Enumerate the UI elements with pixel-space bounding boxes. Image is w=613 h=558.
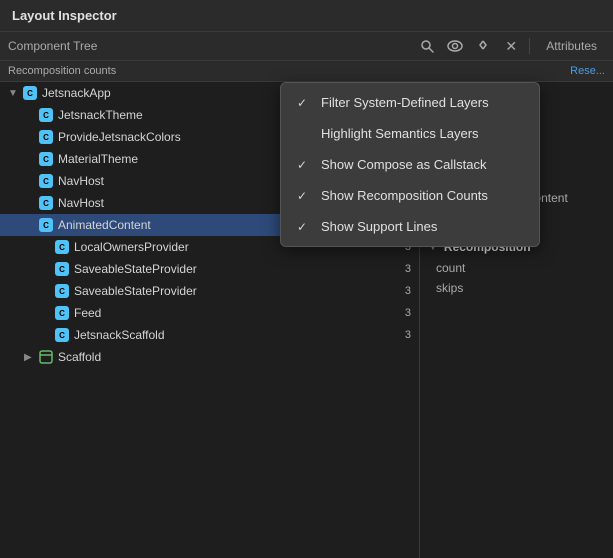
component-icon: C <box>38 195 54 211</box>
tree-item-label: SaveableStateProvider <box>74 284 397 298</box>
search-icon[interactable] <box>417 36 437 56</box>
tree-item-label: JetsnackScaffold <box>74 328 397 342</box>
tree-item[interactable]: ▶ Scaffold <box>0 346 419 368</box>
tree-arrow-icon: ▶ <box>24 352 38 363</box>
recomposition-label: Recomposition counts <box>8 65 116 77</box>
title-bar: Layout Inspector <box>0 0 613 32</box>
tree-item-label: Scaffold <box>58 350 411 364</box>
tree-item[interactable]: C SaveableStateProvider 3 <box>0 258 419 280</box>
component-icon: C <box>38 129 54 145</box>
tree-arrow-icon: ▼ <box>8 88 22 99</box>
attr-skips: skips <box>420 278 613 298</box>
checkmark-icon: ✓ <box>297 189 313 203</box>
component-icon: C <box>38 107 54 123</box>
checkmark-icon: ✓ <box>297 158 313 172</box>
recomposition-count: 3 <box>405 285 411 297</box>
checkmark-icon: ✓ <box>297 96 313 110</box>
component-icon: C <box>54 305 70 321</box>
dropdown-item-label: Show Support Lines <box>321 219 437 234</box>
component-icon: C <box>22 85 38 101</box>
component-icon: C <box>54 239 70 255</box>
main-content: ▼CJetsnackAppCJetsnackThemeCProvideJetsn… <box>0 82 613 558</box>
tree-item[interactable]: C SaveableStateProvider 3 <box>0 280 419 302</box>
component-icon: C <box>38 151 54 167</box>
reset-link[interactable]: Rese... <box>570 65 605 77</box>
recomposition-count: 3 <box>405 263 411 275</box>
toolbar: Component Tree ✕ Attributes <box>0 32 613 61</box>
component-icon: C <box>38 173 54 189</box>
component-tree-label: Component Tree <box>8 39 413 53</box>
sort-icon[interactable] <box>473 36 493 56</box>
tree-item-label: SaveableStateProvider <box>74 262 397 276</box>
dropdown-item[interactable]: ✓ Show Compose as Callstack <box>281 149 539 180</box>
recomposition-count: 3 <box>405 329 411 341</box>
tree-item-label: Feed <box>74 306 397 320</box>
dropdown-item[interactable]: Highlight Semantics Layers <box>281 118 539 149</box>
tree-item[interactable]: C Feed 3 <box>0 302 419 324</box>
component-icon: C <box>54 327 70 343</box>
dropdown-item-label: Show Compose as Callstack <box>321 157 486 172</box>
app-title: Layout Inspector <box>12 8 117 23</box>
recomposition-count: 3 <box>405 307 411 319</box>
component-icon: C <box>54 261 70 277</box>
tree-item[interactable]: C JetsnackScaffold 3 <box>0 324 419 346</box>
divider <box>529 38 530 54</box>
close-icon[interactable]: ✕ <box>501 36 521 56</box>
recomposition-bar: Recomposition counts Rese... <box>0 61 613 82</box>
toolbar-icons: ✕ Attributes <box>417 36 605 56</box>
dropdown-item-label: Filter System-Defined Layers <box>321 95 489 110</box>
dropdown-item[interactable]: ✓ Filter System-Defined Layers <box>281 87 539 118</box>
attributes-label: Attributes <box>538 39 605 53</box>
eye-icon[interactable] <box>445 36 465 56</box>
component-icon <box>38 349 54 365</box>
dropdown-item[interactable]: ✓ Show Support Lines <box>281 211 539 242</box>
checkmark-icon: ✓ <box>297 220 313 234</box>
dropdown-menu: ✓ Filter System-Defined Layers Highlight S… <box>280 82 540 247</box>
component-icon: C <box>38 217 54 233</box>
component-icon: C <box>54 283 70 299</box>
attr-count: count <box>420 258 613 278</box>
dropdown-item-label: Highlight Semantics Layers <box>321 126 479 141</box>
dropdown-item-label: Show Recomposition Counts <box>321 188 488 203</box>
dropdown-item[interactable]: ✓ Show Recomposition Counts <box>281 180 539 211</box>
